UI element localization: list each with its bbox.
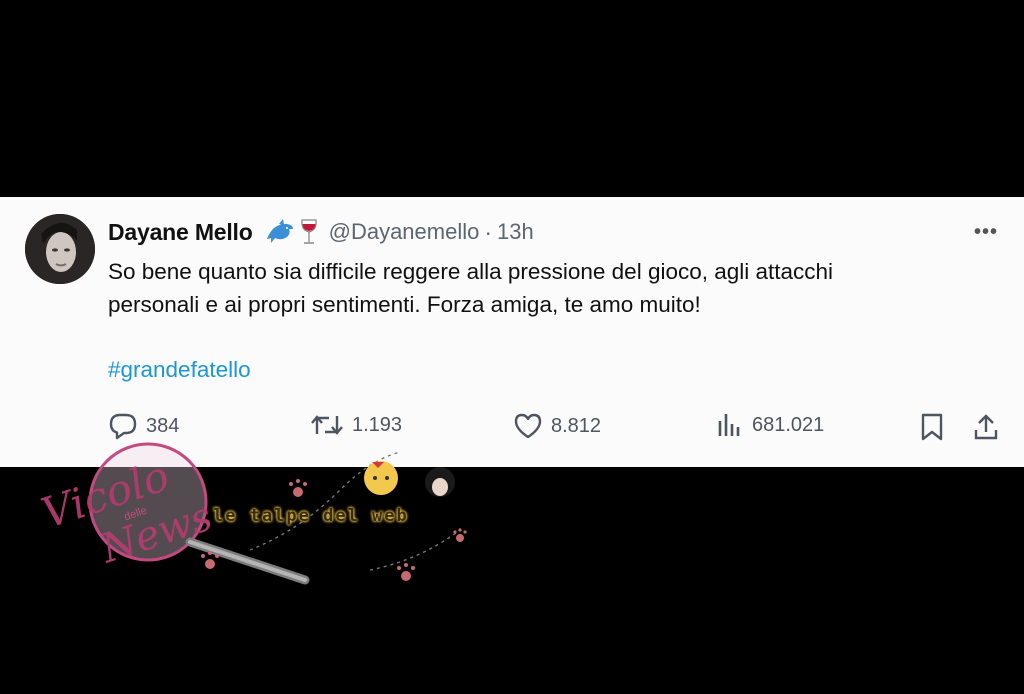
share-icon bbox=[974, 414, 998, 440]
retweet-count: 1.193 bbox=[352, 413, 403, 436]
retweet-button[interactable]: 1.193 bbox=[310, 412, 402, 438]
display-name[interactable]: Dayane Mello bbox=[108, 219, 253, 246]
watermark-talpe: le talpe del web bbox=[213, 506, 409, 526]
user-handle[interactable]: @Dayanemello bbox=[329, 219, 480, 245]
like-count: 8.812 bbox=[551, 414, 602, 437]
tweet-header: Dayane Mello @Dayanemello · 13h bbox=[108, 217, 534, 247]
name-emoji bbox=[265, 218, 319, 246]
like-button[interactable]: 8.812 bbox=[513, 412, 601, 440]
avatar-portrait-icon bbox=[25, 214, 95, 284]
tweet-text: So bene quanto sia difficile reggere all… bbox=[108, 255, 988, 321]
hashtag-link[interactable]: #grandefatello bbox=[108, 357, 251, 383]
views-chart-icon bbox=[718, 414, 740, 436]
reply-count: 384 bbox=[146, 414, 180, 437]
bookmark-icon bbox=[921, 413, 943, 441]
timestamp[interactable]: 13h bbox=[497, 219, 534, 245]
more-options-button[interactable]: ••• bbox=[974, 221, 998, 244]
avatar[interactable] bbox=[25, 214, 95, 284]
dolphin-icon bbox=[266, 219, 293, 243]
wine-glass-icon bbox=[300, 219, 317, 244]
tweet-card[interactable]: Dayane Mello @Dayanemello · 13h ••• So b… bbox=[0, 197, 1024, 467]
reply-icon bbox=[109, 413, 137, 440]
reply-button[interactable]: 384 bbox=[108, 412, 179, 440]
views-count: 681.021 bbox=[752, 413, 825, 436]
views-button[interactable]: 681.021 bbox=[716, 412, 824, 438]
tweet-text-line: So bene quanto sia difficile reggere all… bbox=[108, 259, 834, 284]
tweet-text-line: personali e ai propri sentimenti. Forza … bbox=[108, 292, 701, 317]
separator-dot: · bbox=[484, 218, 493, 245]
share-button[interactable] bbox=[972, 412, 1000, 442]
heart-icon bbox=[514, 413, 542, 439]
retweet-icon bbox=[311, 415, 343, 435]
bookmark-button[interactable] bbox=[918, 412, 946, 442]
